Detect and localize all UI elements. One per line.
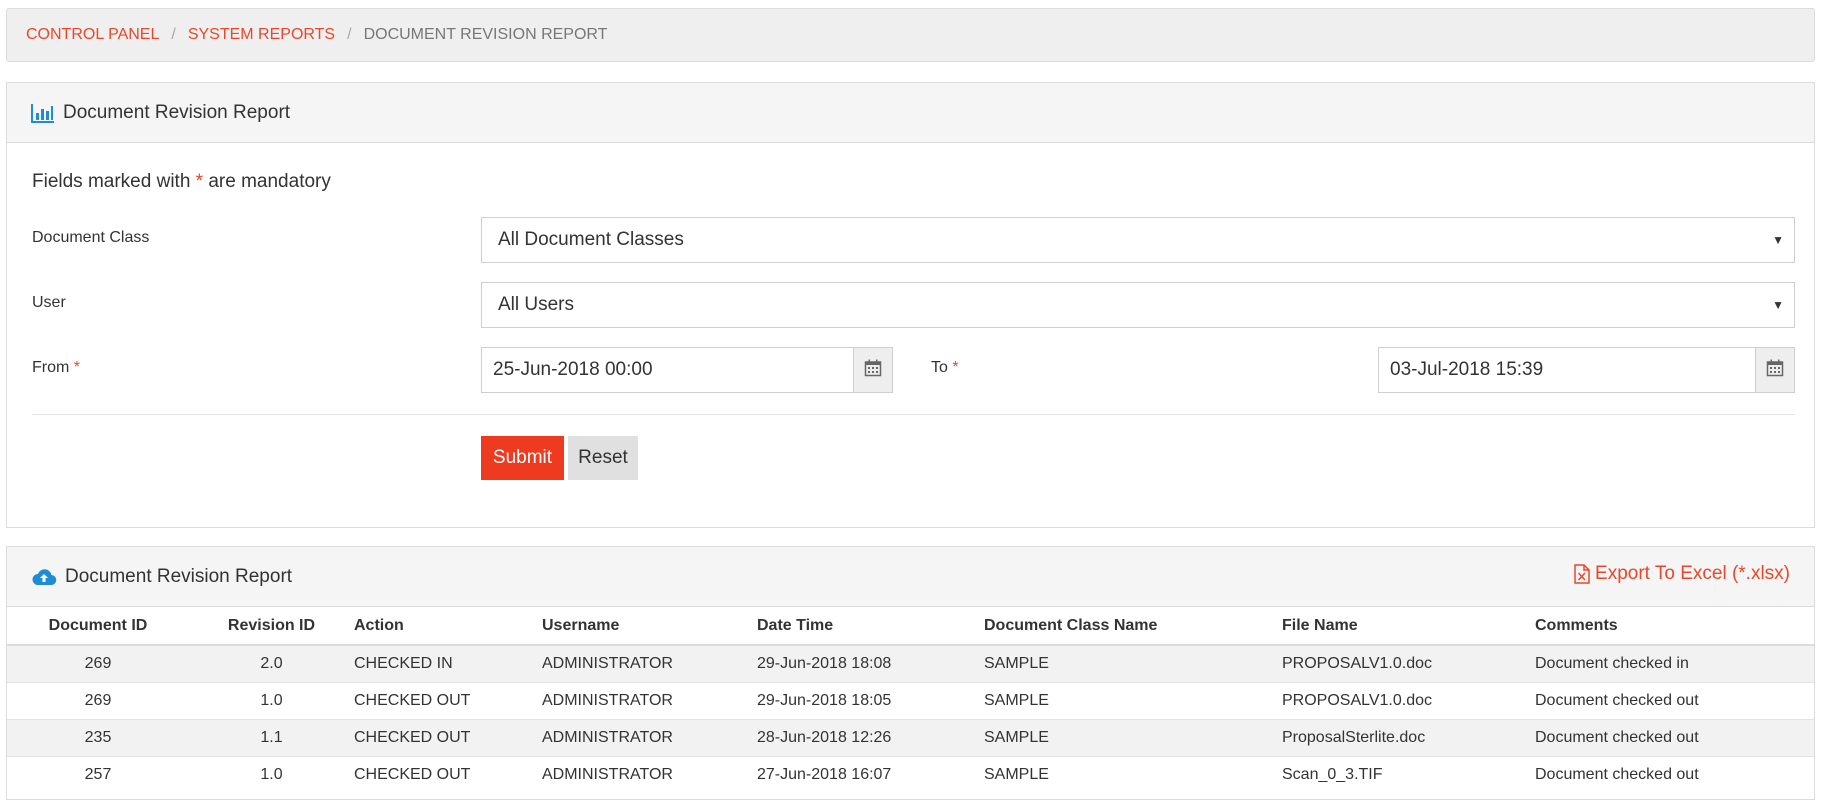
cell-revision-id: 1.0 (189, 681, 354, 719)
cell-date-time: 29-Jun-2018 18:05 (757, 681, 984, 719)
export-excel-link[interactable]: Export To Excel (*.xlsx) (1574, 563, 1790, 585)
breadcrumb-separator: / (171, 26, 176, 43)
from-date-input[interactable] (481, 347, 853, 393)
from-label: From * (32, 359, 80, 377)
cell-document-id: 257 (7, 755, 189, 793)
breadcrumb-control-panel[interactable]: CONTROL PANEL (26, 26, 159, 44)
document-class-select[interactable]: All Document Classes ▼ (481, 217, 1795, 263)
user-label: User (32, 294, 66, 311)
from-calendar-button[interactable] (853, 347, 893, 393)
table-row: 269 2.0 CHECKED IN ADMINISTRATOR 29-Jun-… (7, 644, 1814, 682)
col-action[interactable]: Action (354, 607, 542, 646)
reset-button[interactable]: Reset (568, 436, 638, 480)
cell-file-name: Scan_0_3.TIF (1282, 755, 1535, 793)
cell-username: ADMINISTRATOR (542, 644, 757, 682)
document-class-value: All Document Classes (498, 229, 684, 250)
table-row: 257 1.0 CHECKED OUT ADMINISTRATOR 27-Jun… (7, 755, 1814, 793)
to-date-group (1378, 347, 1795, 393)
from-date-group (481, 347, 893, 393)
cell-date-time: 27-Jun-2018 16:07 (757, 755, 984, 793)
export-label: Export To Excel (*.xlsx) (1595, 563, 1790, 584)
excel-file-icon (1574, 564, 1590, 584)
required-star: * (73, 359, 81, 376)
cell-comments: Document checked out (1535, 681, 1814, 719)
col-document-id[interactable]: Document ID (7, 607, 189, 646)
cell-file-name: PROPOSALV1.0.doc (1282, 644, 1535, 682)
caret-down-icon: ▼ (1772, 233, 1784, 247)
table-row: 235 1.1 CHECKED OUT ADMINISTRATOR 28-Jun… (7, 718, 1814, 756)
user-select[interactable]: All Users ▼ (481, 282, 1795, 328)
col-document-class-name[interactable]: Document Class Name (984, 607, 1282, 646)
required-star: * (952, 359, 959, 376)
cell-document-id: 235 (7, 718, 189, 756)
cell-file-name: PROPOSALV1.0.doc (1282, 681, 1535, 719)
filter-panel-title: Document Revision Report (63, 101, 291, 123)
cell-action: CHECKED OUT (354, 681, 542, 719)
cell-comments: Document checked out (1535, 755, 1814, 793)
breadcrumb-current: DOCUMENT REVISION REPORT (363, 26, 608, 43)
report-results-panel: Document Revision Report Export To Excel… (6, 546, 1815, 800)
report-filter-panel: Document Revision Report Fields marked w… (6, 82, 1815, 528)
cell-action: CHECKED OUT (354, 755, 542, 793)
cell-revision-id: 1.0 (189, 755, 354, 793)
document-class-label: Document Class (32, 229, 150, 246)
col-username[interactable]: Username (542, 607, 757, 646)
revision-table: Document ID Revision ID Action Username … (7, 607, 1814, 793)
cell-action: CHECKED OUT (354, 718, 542, 756)
to-label: To * (931, 359, 959, 377)
col-date-time[interactable]: Date Time (757, 607, 984, 646)
submit-button[interactable]: Submit (481, 436, 564, 480)
cell-date-time: 28-Jun-2018 12:26 (757, 718, 984, 756)
to-label-text: To (931, 359, 948, 376)
filter-panel-header: Document Revision Report (7, 83, 1814, 143)
to-date-input[interactable] (1378, 347, 1755, 393)
cell-action: CHECKED IN (354, 644, 542, 682)
required-star: * (195, 171, 204, 192)
mandatory-prefix: Fields marked with (32, 171, 191, 192)
results-panel-header: Document Revision Report Export To Excel… (7, 547, 1814, 607)
caret-down-icon: ▼ (1772, 298, 1784, 312)
cell-username: ADMINISTRATOR (542, 681, 757, 719)
breadcrumb-separator: / (347, 26, 352, 43)
from-label-text: From (32, 359, 70, 376)
cell-revision-id: 1.1 (189, 718, 354, 756)
cell-username: ADMINISTRATOR (542, 718, 757, 756)
cell-comments: Document checked out (1535, 718, 1814, 756)
mandatory-suffix: are mandatory (208, 171, 331, 192)
mandatory-note: Fields marked with * are mandatory (32, 171, 331, 193)
cell-document-class: SAMPLE (984, 644, 1282, 682)
cell-file-name: ProposalSterlite.doc (1282, 718, 1535, 756)
cell-date-time: 29-Jun-2018 18:08 (757, 644, 984, 682)
results-panel-title: Document Revision Report (65, 565, 293, 587)
cell-document-class: SAMPLE (984, 718, 1282, 756)
cell-comments: Document checked in (1535, 644, 1814, 682)
cell-document-class: SAMPLE (984, 681, 1282, 719)
calendar-icon (1766, 359, 1784, 382)
table-header-row: Document ID Revision ID Action Username … (7, 607, 1814, 646)
cell-document-class: SAMPLE (984, 755, 1282, 793)
user-value: All Users (498, 294, 575, 315)
form-divider (32, 414, 1795, 415)
cell-document-id: 269 (7, 644, 189, 682)
cloud-upload-icon (31, 567, 57, 587)
calendar-icon (864, 359, 882, 382)
breadcrumb-system-reports[interactable]: SYSTEM REPORTS (188, 26, 335, 44)
cell-username: ADMINISTRATOR (542, 755, 757, 793)
table-row: 269 1.0 CHECKED OUT ADMINISTRATOR 29-Jun… (7, 681, 1814, 719)
col-revision-id[interactable]: Revision ID (189, 607, 354, 646)
col-file-name[interactable]: File Name (1282, 607, 1535, 646)
col-comments[interactable]: Comments (1535, 607, 1814, 646)
bar-chart-icon (31, 103, 55, 123)
cell-document-id: 269 (7, 681, 189, 719)
cell-revision-id: 2.0 (189, 644, 354, 682)
breadcrumb: CONTROL PANEL / SYSTEM REPORTS / DOCUMEN… (6, 8, 1815, 62)
to-calendar-button[interactable] (1755, 347, 1795, 393)
